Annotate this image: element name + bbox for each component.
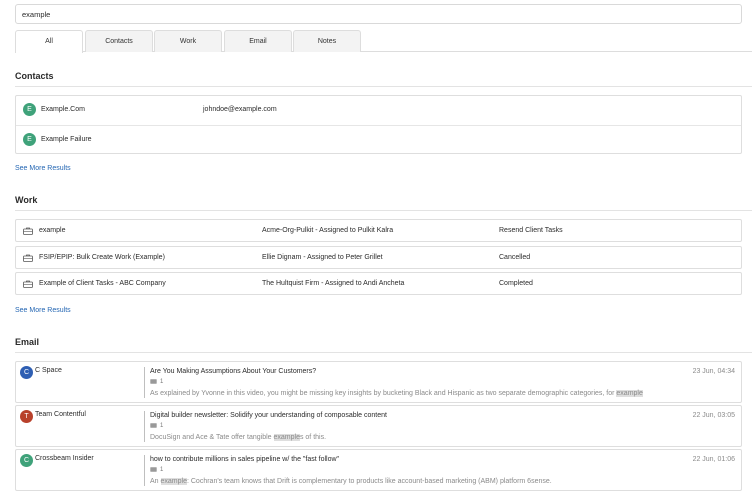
email-snippet: As explained by Yvonne in this video, yo… [150,390,643,397]
email-divider [144,367,145,398]
work-assignment: The Hultquist Firm - Assigned to Andi An… [262,280,405,287]
email-date: 22 Jun, 03:05 [692,412,735,419]
tab-notes[interactable]: Notes [293,30,361,52]
contact-avatar: E [23,133,36,146]
contacts-results-card: E Example.Com johndoe@example.com E Exam… [15,95,742,154]
tab-bar: All Contacts Work Email Notes [15,30,752,53]
email-sender: Crossbeam Insider [35,455,94,462]
tab-all[interactable]: All [15,30,83,53]
email-subject[interactable]: how to contribute millions in sales pipe… [150,456,339,463]
snippet-highlight: example [273,434,300,441]
contacts-see-more-link[interactable]: See More Results [15,165,71,172]
work-name[interactable]: FSIP/EPIP: Bulk Create Work (Example) [39,254,165,261]
work-name[interactable]: Example of Client Tasks - ABC Company [39,280,166,287]
tab-work[interactable]: Work [154,30,222,52]
contacts-section-divider [15,86,752,87]
snippet-text: As explained by Yvonne in this video, yo… [150,390,617,397]
search-box[interactable] [15,4,742,24]
email-subject[interactable]: Are You Making Assumptions About Your Cu… [150,368,316,375]
work-section-divider [15,210,752,211]
email-row[interactable]: C Crossbeam Insider how to contribute mi… [15,449,742,491]
tab-contacts[interactable]: Contacts [85,30,153,52]
work-status: Completed [499,280,533,287]
work-name[interactable]: example [39,227,65,234]
tab-email[interactable]: Email [224,30,292,52]
contact-name[interactable]: Example.Com [41,106,85,113]
briefcase-icon [23,227,33,235]
email-row[interactable]: C C Space Are You Making Assumptions Abo… [15,361,742,403]
work-row[interactable]: FSIP/EPIP: Bulk Create Work (Example) El… [15,246,742,269]
work-row[interactable]: example Acme-Org-Pulkit - Assigned to Pu… [15,219,742,242]
email-row[interactable]: T Team Contentful Digital builder newsle… [15,405,742,447]
contact-row[interactable]: E Example.Com johndoe@example.com [16,96,741,125]
contact-row[interactable]: E Example Failure [16,125,741,154]
email-snippet: An example: Cochran's team knows that Dr… [150,478,552,485]
contact-email[interactable]: johndoe@example.com [203,106,277,113]
snippet-highlight: example [616,390,643,397]
work-see-more-link[interactable]: See More Results [15,307,71,314]
message-icon [150,423,157,428]
email-date: 22 Jun, 01:06 [692,456,735,463]
email-snippet: DocuSign and Ace & Tate offer tangible e… [150,434,326,441]
work-assignment: Acme-Org-Pulkit - Assigned to Pulkit Kal… [262,227,394,234]
work-assignment: Ellie Dignam - Assigned to Peter Grillet [262,254,383,261]
sender-avatar: C [20,454,33,467]
message-icon [150,379,157,384]
work-status: Resend Client Tasks [499,227,563,234]
email-section-title: Email [15,337,40,347]
snippet-text: An [150,478,161,485]
email-date: 23 Jun, 04:34 [692,368,735,375]
email-sender: Team Contentful [35,411,86,418]
briefcase-icon [23,254,33,262]
snippet-highlight: example [160,478,187,485]
briefcase-icon [23,280,33,288]
contact-avatar: E [23,103,36,116]
email-thread-count: 1 [150,423,163,429]
email-thread-count: 1 [150,379,163,385]
work-section-title: Work [15,195,38,205]
email-section-divider [15,352,752,353]
work-row[interactable]: Example of Client Tasks - ABC Company Th… [15,272,742,295]
sender-avatar: C [20,366,33,379]
snippet-text: : Cochran's team knows that Drift is com… [186,478,552,485]
snippet-text: DocuSign and Ace & Tate offer tangible [150,434,274,441]
contacts-section-title: Contacts [15,71,54,81]
email-divider [144,411,145,442]
snippet-text: s of this. [299,434,327,441]
email-count-value: 1 [160,379,164,386]
search-input[interactable] [16,5,741,23]
email-thread-count: 1 [150,467,163,473]
email-divider [144,455,145,486]
email-sender: C Space [35,367,62,374]
contact-name[interactable]: Example Failure [41,136,92,143]
message-icon [150,467,157,472]
email-count-value: 1 [160,423,164,430]
email-subject[interactable]: Digital builder newsletter: Solidify you… [150,412,387,419]
work-status: Cancelled [499,254,531,261]
sender-avatar: T [20,410,33,423]
email-count-value: 1 [160,467,164,474]
